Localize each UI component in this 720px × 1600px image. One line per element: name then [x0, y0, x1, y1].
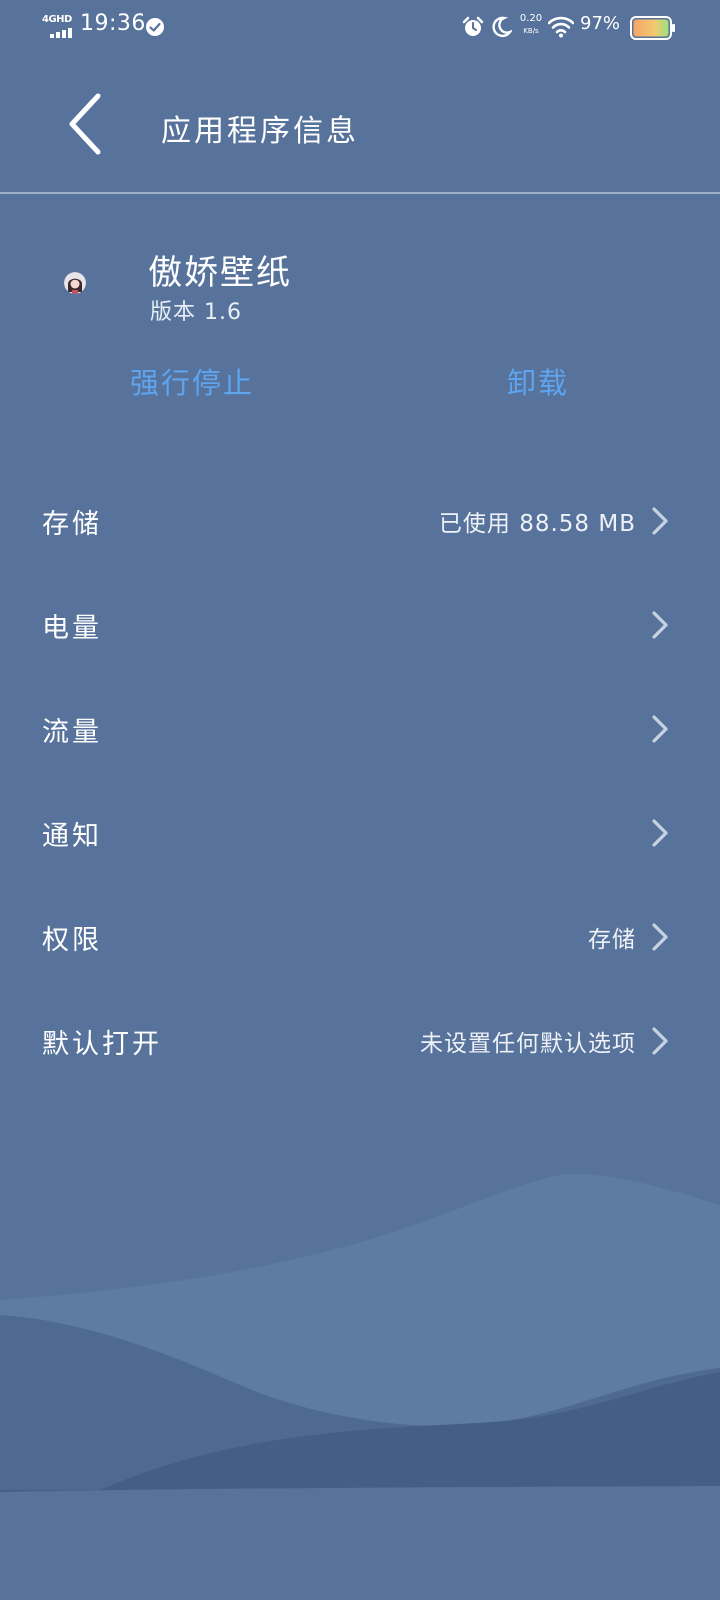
alarm-icon: [462, 16, 484, 36]
uninstall-button[interactable]: 卸载: [507, 360, 569, 402]
row-value: 未设置任何默认选项: [420, 1031, 636, 1057]
permissions-row[interactable]: 权限 存储: [0, 884, 720, 988]
chevron-right-icon: [652, 1027, 668, 1055]
force-stop-button[interactable]: 强行停止: [130, 360, 254, 402]
chevron-right-icon: [652, 819, 668, 847]
battery-row[interactable]: 电量: [0, 572, 720, 676]
settings-list: 存储 已使用 88.58 MB 电量 流量 通知 权限 存储 默认打开 未设置任…: [0, 468, 720, 1092]
clock: 19:36: [80, 11, 146, 36]
app-version: 版本 1.6: [150, 300, 242, 325]
network-speed-unit: KB/s: [523, 27, 539, 35]
network-speed-value: 0.20: [519, 13, 543, 24]
row-label: 通知: [42, 821, 102, 852]
header: 应用程序信息: [0, 56, 720, 194]
network-type: 4GHD: [42, 14, 72, 25]
app-info-screen: 4GHD 19:36 0.20 KB/s 97% 应用程序信息 傲娇壁纸 版本 …: [0, 0, 720, 1600]
app-name: 傲娇壁纸: [148, 253, 292, 293]
row-label: 存储: [42, 509, 102, 540]
storage-row[interactable]: 存储 已使用 88.58 MB: [0, 468, 720, 572]
row-label: 电量: [42, 613, 102, 644]
app-avatar-icon: [64, 272, 86, 294]
row-label: 权限: [42, 925, 102, 956]
status-bar: 4GHD 19:36 0.20 KB/s 97%: [0, 0, 720, 56]
row-label: 默认打开: [42, 1029, 162, 1060]
moon-icon: [492, 16, 512, 38]
app-icon: [64, 272, 86, 294]
chevron-right-icon: [652, 611, 668, 639]
check-circle-icon: [146, 18, 164, 36]
chevron-left-icon[interactable]: [60, 88, 112, 160]
battery-icon: [630, 16, 675, 40]
open-by-default-row[interactable]: 默认打开 未设置任何默认选项: [0, 988, 720, 1092]
signal-icon: [50, 28, 72, 38]
notifications-row[interactable]: 通知: [0, 780, 720, 884]
data-usage-row[interactable]: 流量: [0, 676, 720, 780]
network-speed: 0.20 KB/s: [516, 13, 546, 37]
signal-indicator: 4GHD: [42, 14, 74, 38]
row-value: 已使用 88.58 MB: [438, 511, 636, 537]
page-title: 应用程序信息: [161, 114, 359, 149]
battery-percent: 97%: [580, 13, 621, 34]
chevron-right-icon: [652, 507, 668, 535]
chevron-right-icon: [652, 715, 668, 743]
chevron-right-icon: [652, 923, 668, 951]
row-value: 存储: [588, 927, 636, 953]
wifi-icon: [548, 16, 574, 38]
row-label: 流量: [42, 717, 102, 748]
